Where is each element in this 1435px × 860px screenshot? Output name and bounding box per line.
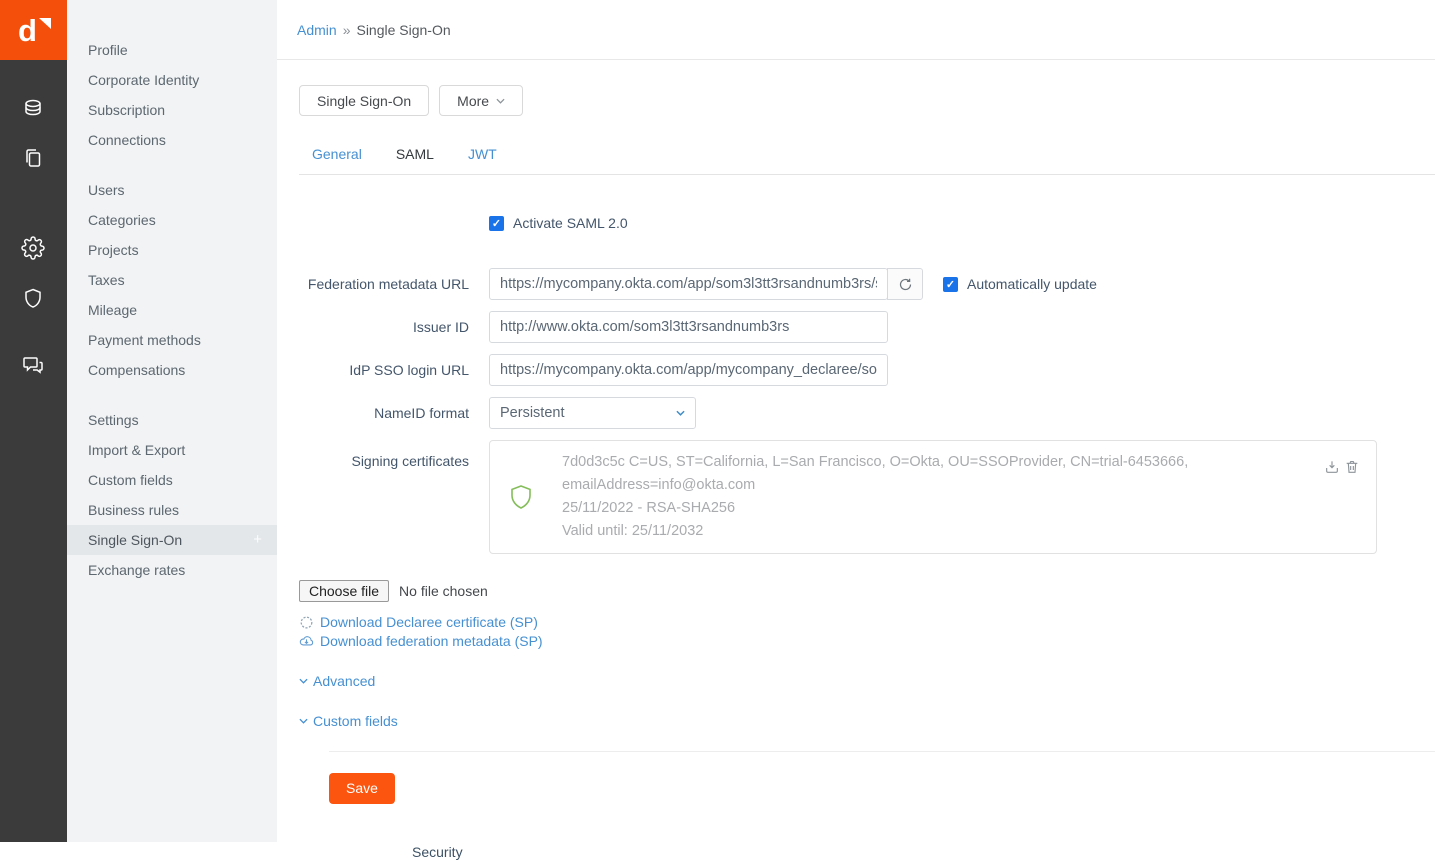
sidebar-group-account: Profile Corporate Identity Subscription …: [67, 35, 277, 155]
documents-icon[interactable]: [21, 146, 45, 170]
sidebar-item-exchange-rates[interactable]: Exchange rates: [67, 555, 277, 585]
certificate-upload-row: Choose file No file chosen: [299, 580, 1435, 602]
sidebar-item-corporate-identity[interactable]: Corporate Identity: [67, 65, 277, 95]
sidebar-item-compensations[interactable]: Compensations: [67, 355, 277, 385]
sidebar-item-users[interactable]: Users: [67, 175, 277, 205]
breadcrumb-separator: »: [343, 22, 351, 38]
single-sign-on-button[interactable]: Single Sign-On: [299, 85, 429, 116]
idp-sso-login-row: IdP SSO login URL: [299, 354, 1435, 386]
nameid-format-select[interactable]: Persistent: [489, 397, 696, 429]
idp-sso-login-input[interactable]: [489, 354, 888, 386]
sidebar-item-profile[interactable]: Profile: [67, 35, 277, 65]
certificate-card: 7d0d3c5c C=US, ST=California, L=San Fran…: [489, 440, 1377, 554]
sidebar-group-settings: Settings Import & Export Custom fields B…: [67, 405, 277, 585]
sso-tabs: General SAML JWT: [299, 136, 1435, 175]
sidebar-item-business-rules[interactable]: Business rules: [67, 495, 277, 525]
sidebar-item-import-export[interactable]: Import & Export: [67, 435, 277, 465]
app-logo[interactable]: d: [0, 0, 67, 60]
breadcrumb-admin-link[interactable]: Admin: [297, 22, 337, 38]
sidebar-item-payment-methods[interactable]: Payment methods: [67, 325, 277, 355]
auto-update-label: Automatically update: [967, 276, 1097, 292]
toolbar: Single Sign-On More: [299, 85, 1435, 116]
certificate-details: 7d0d3c5c C=US, ST=California, L=San Fran…: [562, 451, 1316, 543]
signing-certificates-row: Signing certificates 7d0d3c5c C=US, ST=C…: [299, 440, 1435, 554]
form-divider: [329, 751, 1435, 752]
more-button[interactable]: More: [439, 85, 523, 116]
chat-bubbles-icon[interactable]: [21, 353, 45, 377]
sidebar-item-label: Single Sign-On: [88, 532, 182, 548]
plus-icon: +: [253, 525, 262, 555]
saml-form: ✓ Activate SAML 2.0 Federation metadata …: [299, 215, 1435, 860]
sidebar-item-mileage[interactable]: Mileage: [67, 295, 277, 325]
sidebar-item-single-sign-on[interactable]: Single Sign-On +: [67, 525, 277, 555]
refresh-metadata-button[interactable]: [887, 268, 923, 300]
security-section-label: Security: [412, 844, 1435, 860]
download-federation-metadata-link[interactable]: Download federation metadata (SP): [299, 632, 1435, 651]
sidebar-item-custom-fields[interactable]: Custom fields: [67, 465, 277, 495]
federation-metadata-input[interactable]: [489, 268, 888, 300]
sidebar-group-management: Users Categories Projects Taxes Mileage …: [67, 175, 277, 385]
chevron-down-icon: [676, 410, 685, 416]
more-button-label: More: [457, 93, 489, 109]
gear-icon[interactable]: [21, 236, 45, 260]
topbar: Admin » Single Sign-On: [277, 0, 1435, 60]
download-certificate-label: Download Declaree certificate (SP): [320, 613, 538, 632]
auto-update-field: ✓ Automatically update: [943, 276, 1097, 292]
chevron-down-icon: [496, 98, 505, 104]
icon-rail: d: [0, 0, 67, 842]
idp-sso-login-label: IdP SSO login URL: [299, 362, 489, 378]
custom-fields-label: Custom fields: [313, 713, 398, 729]
issuer-id-input[interactable]: [489, 311, 888, 343]
certificate-seal-icon: [299, 615, 314, 630]
federation-metadata-label: Federation metadata URL: [299, 276, 489, 292]
download-metadata-label: Download federation metadata (SP): [320, 632, 543, 651]
save-button[interactable]: Save: [329, 773, 395, 804]
chevron-down-icon: [299, 718, 308, 724]
nameid-format-row: NameID format Persistent: [299, 397, 1435, 429]
signing-certificates-label: Signing certificates: [299, 440, 489, 469]
logo-triangle-icon: [39, 18, 51, 29]
logo-letter: d: [18, 15, 49, 46]
activate-saml-label: Activate SAML 2.0: [513, 215, 628, 231]
chevron-down-icon: [299, 678, 308, 684]
breadcrumb-current: Single Sign-On: [356, 22, 450, 38]
certificate-valid-until: Valid until: 25/11/2032: [562, 520, 1316, 543]
sidebar-item-categories[interactable]: Categories: [67, 205, 277, 235]
activate-saml-row: ✓ Activate SAML 2.0: [299, 215, 1435, 231]
custom-fields-toggle[interactable]: Custom fields: [299, 713, 1435, 729]
sidebar-item-projects[interactable]: Projects: [67, 235, 277, 265]
delete-certificate-icon[interactable]: [1344, 459, 1360, 475]
coins-icon[interactable]: [21, 97, 45, 121]
nameid-format-label: NameID format: [299, 405, 489, 421]
tab-saml[interactable]: SAML: [396, 146, 434, 162]
sidebar-item-subscription[interactable]: Subscription: [67, 95, 277, 125]
certificate-issued: 25/11/2022 - RSA-SHA256: [562, 497, 1316, 520]
issuer-id-row: Issuer ID: [299, 311, 1435, 343]
certificate-subject: 7d0d3c5c C=US, ST=California, L=San Fran…: [562, 451, 1316, 497]
sidebar-item-settings[interactable]: Settings: [67, 405, 277, 435]
sso-settings-panel: Single Sign-On More General SAML JWT ✓ A…: [277, 60, 1435, 860]
download-certificate-icon[interactable]: [1324, 459, 1340, 475]
main-content: Admin » Single Sign-On Single Sign-On Mo…: [277, 0, 1435, 842]
sidebar-item-connections[interactable]: Connections: [67, 125, 277, 155]
activate-saml-checkbox[interactable]: ✓: [489, 216, 504, 231]
choose-file-button[interactable]: Choose file: [299, 580, 389, 602]
advanced-toggle[interactable]: Advanced: [299, 673, 1435, 689]
tab-general[interactable]: General: [312, 146, 362, 162]
download-declaree-certificate-link[interactable]: Download Declaree certificate (SP): [299, 613, 1435, 632]
download-links: Download Declaree certificate (SP) Downl…: [299, 613, 1435, 651]
cloud-download-icon: [299, 634, 314, 649]
sidebar-item-taxes[interactable]: Taxes: [67, 265, 277, 295]
issuer-id-label: Issuer ID: [299, 319, 489, 335]
shield-icon[interactable]: [21, 286, 45, 310]
nameid-format-value: Persistent: [500, 405, 564, 421]
tab-jwt[interactable]: JWT: [468, 146, 497, 162]
settings-sidebar: Profile Corporate Identity Subscription …: [67, 0, 277, 842]
auto-update-checkbox[interactable]: ✓: [943, 277, 958, 292]
certificate-shield-icon: [509, 484, 533, 510]
certificate-actions: [1324, 459, 1360, 475]
advanced-label: Advanced: [313, 673, 375, 689]
file-chosen-status: No file chosen: [399, 583, 488, 599]
federation-metadata-row: Federation metadata URL ✓ Automatically …: [299, 268, 1435, 300]
